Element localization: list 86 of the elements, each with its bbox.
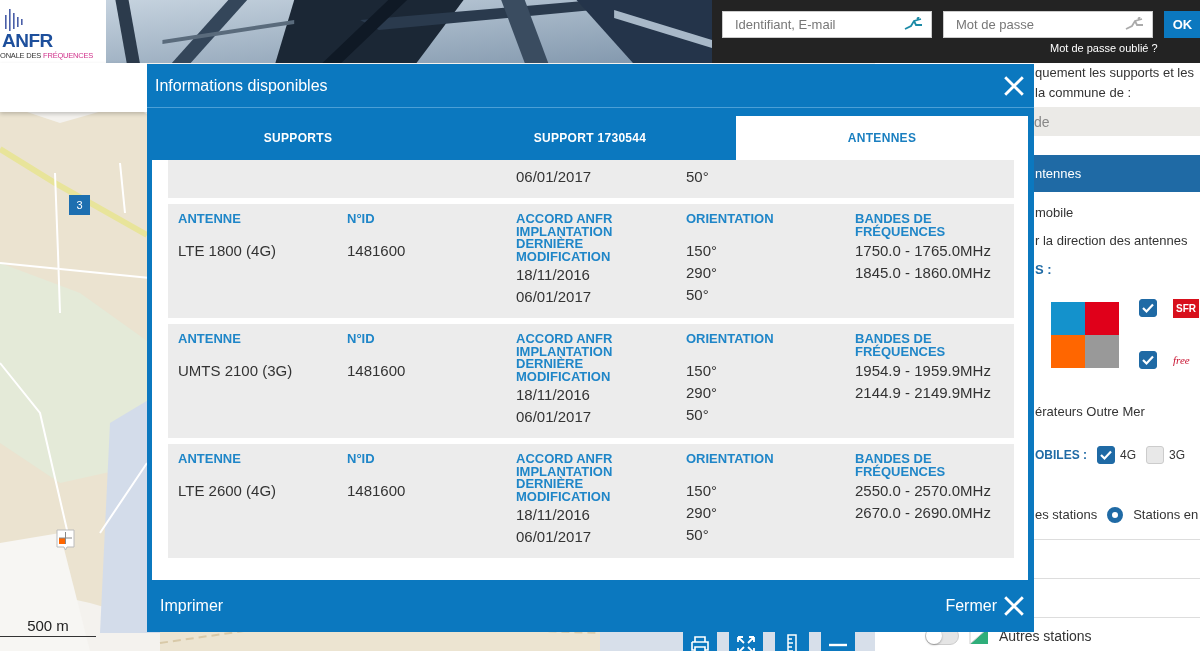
field-value: 18/11/2016	[516, 505, 591, 525]
field-label: ORIENTATION	[686, 333, 775, 348]
operator-logo: SFR	[1173, 298, 1199, 318]
ruler-icon	[786, 634, 798, 651]
panel-text: Autres stations	[999, 628, 1092, 644]
field-label: BANDES DE FRÉQUENCES	[855, 453, 947, 479]
tab[interactable]: ANTENNES	[736, 116, 1028, 160]
checkbox[interactable]	[1139, 351, 1157, 369]
panel-text: la commune de :	[1035, 84, 1133, 102]
print-icon	[689, 635, 711, 651]
field-label: ORIENTATION	[686, 453, 775, 468]
site-marker-icon[interactable]	[56, 529, 75, 551]
username-field[interactable]: Identifiant, E-mail	[722, 11, 932, 38]
expand-icon	[736, 635, 756, 651]
field-label: ANTENNE	[178, 453, 242, 468]
field-value: 06/01/2017	[516, 527, 593, 547]
radio-label[interactable]: Stations en	[1133, 505, 1199, 525]
field-label: ANTENNE	[178, 213, 242, 228]
field-value: LTE 1800 (4G)	[178, 241, 278, 261]
field-label: N°ID	[347, 213, 376, 228]
running-figure-icon	[1125, 17, 1145, 31]
field-value: 150°	[686, 361, 719, 381]
ok-button[interactable]: OK	[1164, 11, 1200, 38]
section-label: S :	[1035, 261, 1053, 279]
field-value: 18/11/2016	[516, 265, 591, 285]
four-squares-icon	[1051, 302, 1119, 368]
field-value: 290°	[686, 383, 719, 403]
field-value: 1481600	[347, 481, 407, 501]
field-label: ACCORD ANFR IMPLANTATION DERNIÈRE MODIFICATION	[516, 453, 614, 503]
field-label: N°ID	[347, 453, 376, 468]
running-figure-icon	[904, 17, 924, 31]
panel-text: r la direction des antennes	[1035, 232, 1189, 250]
scale-bar: 500 m	[0, 617, 96, 637]
field-value: 2670.0 - 2690.0MHz	[855, 503, 992, 523]
field-value: 1481600	[347, 361, 407, 381]
field-label: BANDES DE FRÉQUENCES	[855, 333, 947, 359]
field-value: 2550.0 - 2570.0MHz	[855, 481, 992, 501]
cluster-marker[interactable]: 3	[69, 195, 90, 215]
forgot-password-link[interactable]: Mot de passe oublié ?	[1050, 42, 1158, 54]
logo-text: ANFR	[2, 31, 54, 51]
field-value: 06/01/2017	[516, 407, 593, 427]
section-label: OBILES :	[1035, 447, 1087, 464]
close-icon	[1003, 595, 1025, 617]
field-value: 2144.9 - 2149.9MHz	[855, 383, 992, 403]
close-button[interactable]: Fermer	[945, 595, 1025, 617]
field-value: 06/01/2017	[516, 167, 593, 187]
dialog-title: Informations disponibles	[155, 76, 328, 95]
panel-text: mobile	[1035, 204, 1075, 222]
panel-text: quement les supports et les	[1035, 64, 1195, 82]
field-value: 1750.0 - 1765.0MHz	[855, 241, 992, 261]
checkbox-label[interactable]: 3G	[1169, 445, 1186, 465]
field-label: BANDES DE FRÉQUENCES	[855, 213, 947, 239]
panel-text: es stations	[1035, 506, 1098, 524]
field-value: 50°	[686, 405, 710, 425]
field-value: 50°	[686, 167, 710, 187]
field-value: 290°	[686, 263, 719, 283]
field-label: ACCORD ANFR IMPLANTATION DERNIÈRE MODIFICATION	[516, 333, 614, 383]
field-value: 18/11/2016	[516, 385, 591, 405]
password-field[interactable]: Mot de passe	[943, 11, 1153, 38]
field-value: 50°	[686, 525, 710, 545]
field-value: LTE 2600 (4G)	[178, 481, 278, 501]
field-label: ORIENTATION	[686, 213, 775, 228]
checkbox-label[interactable]: 4G	[1120, 445, 1137, 465]
field-value: 06/01/2017	[516, 287, 593, 307]
field-label: ACCORD ANFR IMPLANTATION DERNIÈRE MODIFICATION	[516, 213, 614, 263]
tab[interactable]: SUPPORT 1730544	[444, 116, 736, 160]
operator-logo: free	[1173, 354, 1190, 366]
field-value: 150°	[686, 241, 719, 261]
close-button[interactable]	[1003, 74, 1025, 97]
field-value: 1845.0 - 1860.0MHz	[855, 263, 992, 283]
tab[interactable]: SUPPORTS	[152, 116, 444, 160]
field-value: 290°	[686, 503, 719, 523]
field-value: 1954.9 - 1959.9MHz	[855, 361, 992, 381]
print-button[interactable]: Imprimer	[160, 597, 224, 615]
checkbox[interactable]	[1139, 299, 1157, 317]
minus-icon	[829, 643, 847, 647]
radio-button[interactable]	[1107, 507, 1124, 523]
field-value: UMTS 2100 (3G)	[178, 361, 294, 381]
field-label: ANTENNE	[178, 333, 242, 348]
close-icon	[1003, 74, 1025, 97]
field-value: 50°	[686, 285, 710, 305]
field-value: 1481600	[347, 241, 407, 261]
field-label: N°ID	[347, 333, 376, 348]
checkbox[interactable]	[1097, 446, 1115, 464]
panel-text: érateurs Outre Mer	[1035, 403, 1146, 421]
field-value: 150°	[686, 481, 719, 501]
